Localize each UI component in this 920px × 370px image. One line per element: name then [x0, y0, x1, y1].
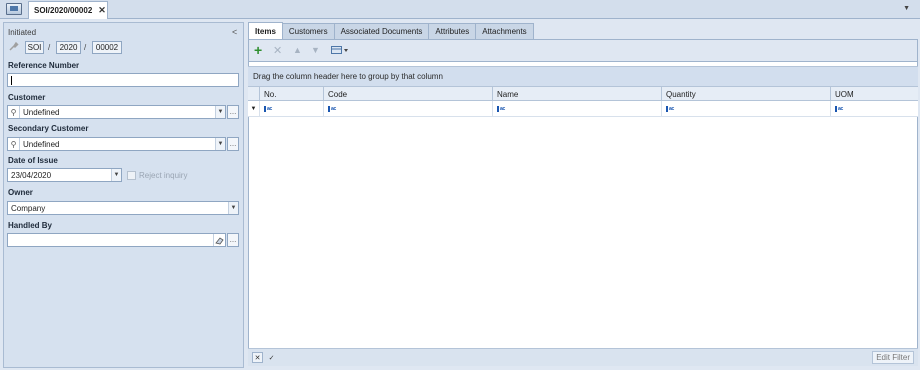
chevron-down-icon[interactable]: ▼ [111, 169, 121, 181]
tab-attributes[interactable]: Attributes [428, 23, 477, 39]
grid-footer: ✕ ✓ Edit Filter [248, 348, 918, 366]
date-of-issue-label: Date of Issue [8, 156, 58, 165]
add-icon[interactable]: + [254, 42, 262, 58]
checkmark-icon[interactable]: ✓ [266, 352, 277, 363]
filter-cell-no[interactable]: ac [260, 101, 324, 117]
number-sequence-field[interactable]: 00002 [92, 41, 122, 54]
move-up-icon[interactable]: ▲ [293, 45, 302, 55]
date-of-issue-field[interactable]: 23/04/2020 ▼ [7, 168, 122, 182]
document-tab[interactable]: SOI/2020/00002 ✕ [28, 1, 108, 19]
abc-filter-icon: ac [328, 105, 338, 113]
column-header-code[interactable]: Code [324, 87, 493, 101]
eraser-icon[interactable] [213, 234, 225, 246]
tab-associated-documents[interactable]: Associated Documents [333, 23, 430, 39]
secondary-customer-label: Secondary Customer [8, 124, 89, 133]
section-tabs: Items Customers Associated Documents Att… [248, 22, 534, 39]
column-header-quantity[interactable]: Quantity [662, 87, 831, 101]
customer-label: Customer [8, 93, 46, 102]
filter-cell-quantity[interactable]: ac [662, 101, 831, 117]
column-header-no[interactable]: No. [260, 87, 324, 101]
column-layout-icon[interactable] [331, 45, 351, 58]
abc-filter-icon: ac [666, 105, 676, 113]
owner-select[interactable]: Company ▼ [7, 201, 239, 215]
delete-icon[interactable]: ✕ [273, 44, 282, 57]
chevron-down-icon[interactable]: ▼ [903, 5, 910, 12]
edit-filter-button[interactable]: Edit Filter [872, 351, 914, 364]
column-header-uom[interactable]: UOM [831, 87, 917, 101]
chevron-down-icon[interactable]: ▼ [215, 138, 225, 150]
tab-attachments[interactable]: Attachments [475, 23, 534, 39]
text-cursor [11, 75, 12, 85]
number-separator: / [48, 43, 51, 52]
number-year-field[interactable]: 2020 [56, 41, 81, 54]
number-series-field[interactable]: SOI [25, 41, 44, 54]
filter-row: ▼ ac ac ac ac ac [248, 101, 918, 117]
handled-by-label: Handled By [8, 221, 53, 230]
secondary-customer-lookup-button[interactable]: … [227, 137, 239, 151]
grid-header: No. Code Name Quantity UOM [248, 87, 918, 101]
collapse-panel-icon[interactable]: < [232, 27, 237, 37]
clear-filter-icon[interactable]: ✕ [252, 352, 263, 363]
search-icon[interactable]: ⚲ [8, 106, 20, 118]
reject-inquiry-checkbox[interactable] [127, 171, 136, 180]
reference-number-label: Reference Number [8, 61, 80, 70]
customer-lookup-button[interactable]: … [227, 105, 239, 119]
secondary-customer-field[interactable]: ⚲ Undefined ▼ [7, 137, 226, 151]
filter-cell-uom[interactable]: ac [831, 101, 917, 117]
document-tab-label: SOI/2020/00002 [34, 6, 93, 15]
tab-items[interactable]: Items [248, 22, 283, 39]
window-icon[interactable] [6, 3, 22, 15]
wrench-icon[interactable] [8, 41, 20, 53]
document-tab-strip [0, 0, 920, 19]
document-status: Initiated [8, 28, 37, 37]
handled-by-lookup-button[interactable]: … [227, 233, 239, 247]
handled-by-field[interactable] [7, 233, 226, 247]
number-separator: / [84, 43, 87, 52]
filter-cell-code[interactable]: ac [324, 101, 493, 117]
filter-row-indicator-icon: ▼ [248, 101, 260, 117]
reject-inquiry-label: Reject inquiry [139, 171, 188, 180]
filter-cell-name[interactable]: ac [493, 101, 662, 117]
reference-number-input[interactable] [7, 73, 239, 87]
search-icon[interactable]: ⚲ [8, 138, 20, 150]
move-down-icon[interactable]: ▼ [311, 45, 320, 55]
abc-filter-icon: ac [497, 105, 507, 113]
tab-customers[interactable]: Customers [281, 23, 335, 39]
customer-field[interactable]: ⚲ Undefined ▼ [7, 105, 226, 119]
owner-label: Owner [8, 188, 33, 197]
chevron-down-icon[interactable]: ▼ [228, 202, 238, 214]
close-icon[interactable]: ✕ [98, 5, 106, 16]
row-indicator-header [248, 87, 260, 101]
abc-filter-icon: ac [264, 105, 274, 113]
column-header-name[interactable]: Name [493, 87, 662, 101]
chevron-down-icon[interactable]: ▼ [215, 106, 225, 118]
items-toolbar: + ✕ ▲ ▼ [248, 39, 918, 61]
group-by-panel[interactable]: Drag the column header here to group by … [248, 66, 918, 87]
abc-filter-icon: ac [835, 105, 845, 113]
